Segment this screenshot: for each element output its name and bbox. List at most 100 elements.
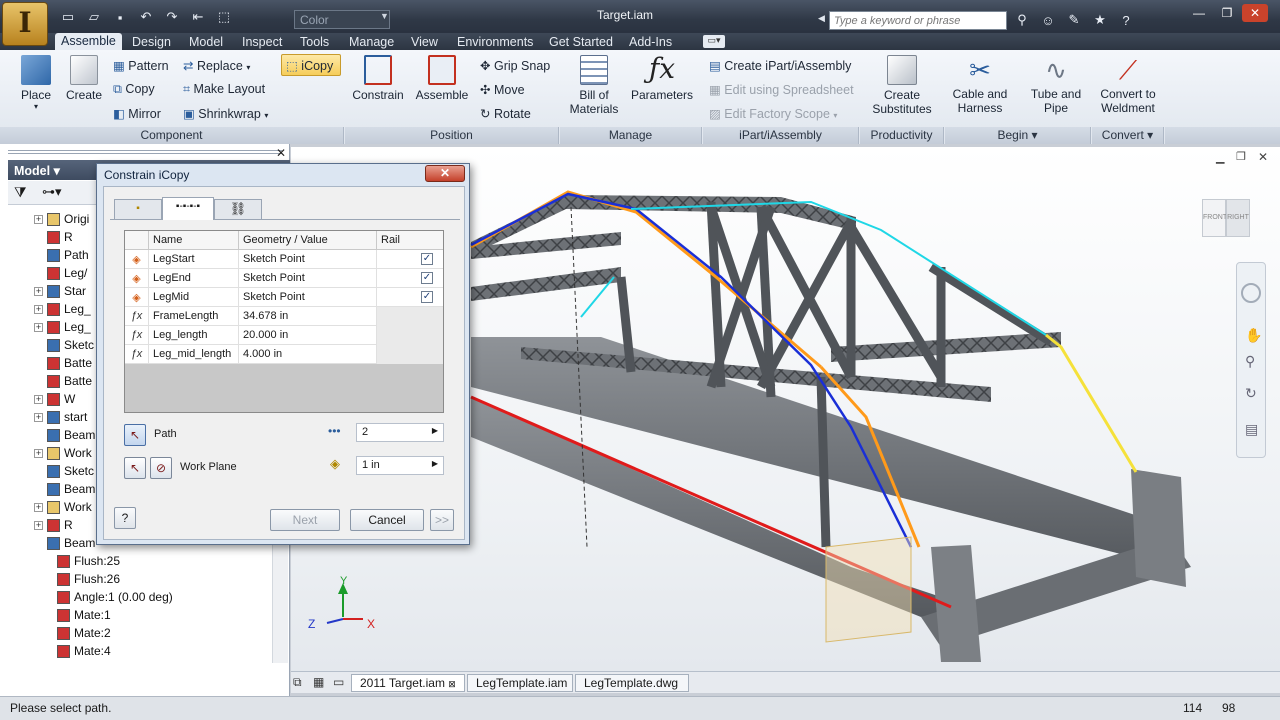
row-value[interactable]: 34.678 in [239,307,377,326]
application-menu-button[interactable]: I [2,2,48,46]
expand-icon[interactable]: + [34,412,43,422]
workplane-clear-button[interactable]: ⊘ [150,457,172,479]
place-button[interactable]: Place ▾ [16,55,56,111]
count-input[interactable]: 2 ▶ [356,423,444,442]
viewcube[interactable]: FRONT RIGHT [1198,193,1252,241]
tab-environments[interactable]: Environments [457,35,533,50]
tab-get-started[interactable]: Get Started [549,35,613,50]
constrain-button[interactable]: Constrain [350,55,406,102]
binoculars-icon[interactable]: ⚲ [1012,12,1032,28]
tube-pipe-button[interactable]: ∿ Tube and Pipe [1024,55,1088,115]
parameter-row[interactable]: ◈ LegEnd Sketch Point ✓ [125,269,443,288]
tab-manage[interactable]: Manage [349,35,394,50]
row-value[interactable]: Sketch Point [239,288,377,307]
expand-icon[interactable]: + [34,502,43,512]
edit-spreadsheet-button[interactable]: ▦ Edit using Spreadsheet [709,82,854,97]
convert-weldment-button[interactable]: ⟋ Convert to Weldment [1096,55,1160,115]
expand-icon[interactable]: + [34,520,43,530]
tree-item[interactable]: Flush:26 [44,570,304,588]
tile-icon[interactable]: ⧉ [293,675,302,690]
steering-wheel-icon[interactable] [1241,283,1261,303]
viewport-close-icon[interactable]: ✕ [1258,150,1268,164]
doc-tab-legtemplate-iam[interactable]: LegTemplate.iam [467,674,573,692]
rail-checkbox[interactable]: ✓ [421,253,433,265]
help-button[interactable]: ? [114,507,136,529]
close-button[interactable]: ✕ [1242,4,1268,22]
assemble-button[interactable]: Assemble [414,55,470,102]
parameter-row[interactable]: ◈ LegStart Sketch Point ✓ [125,250,443,269]
tree-item[interactable]: Mate:2 [44,624,304,642]
restore-button[interactable]: ❐ [1214,4,1240,22]
save-icon[interactable]: ▪ [110,10,130,25]
browser-grip[interactable] [8,150,282,154]
expand-icon[interactable]: + [34,322,43,332]
row-value[interactable]: Sketch Point [239,269,377,288]
tab-pattern[interactable]: ▪-▪-▪-▪ [162,197,214,220]
search-input[interactable]: Type a keyword or phrase [829,11,1007,30]
expand-icon[interactable]: + [34,286,43,296]
help-icon[interactable]: ? [1116,13,1136,28]
look-at-icon[interactable]: ▤ [1245,421,1258,438]
cascade-icon[interactable]: ▦ [313,675,324,689]
star-icon[interactable]: ★ [1090,12,1110,28]
tree-item[interactable]: Mate:4 [44,642,304,660]
doc-tab-legtemplate-dwg[interactable]: LegTemplate.dwg [575,674,689,692]
rail-checkbox[interactable]: ✓ [421,291,433,303]
tab-tools[interactable]: Tools [300,35,329,50]
mirror-button[interactable]: ◧ Mirror [113,106,161,121]
parameter-row[interactable]: ƒx Leg_mid_length 4.000 in [125,345,443,364]
return-icon[interactable]: ⇤ [188,9,208,25]
tab-options[interactable]: ⛓ [214,199,262,219]
doc-tab-target[interactable]: 2011 Target.iam ⊠ [351,674,465,692]
row-value[interactable]: Sketch Point [239,250,377,269]
tab-view[interactable]: View [411,35,438,50]
pattern-button[interactable]: ▦ Pattern [113,58,169,73]
expand-icon[interactable]: + [34,214,43,224]
make-layout-button[interactable]: ⌗ Make Layout [183,82,265,97]
tab-points[interactable]: ▪ [114,199,162,219]
move-button[interactable]: ✣ Move [480,82,525,97]
col-header-name[interactable]: Name [149,231,239,250]
open-icon[interactable]: ▱ [84,9,104,25]
copy-button[interactable]: ⧉ Copy [113,82,155,97]
col-header-rail[interactable]: Rail [377,231,443,250]
wrench-icon[interactable]: ✎ [1064,12,1084,28]
search-expand-icon[interactable]: ◀ [818,13,825,24]
browser-close-icon[interactable]: ✕ [276,146,286,160]
tab-inspect[interactable]: Inspect [242,35,282,50]
tree-item[interactable]: Flush:25 [44,552,304,570]
ribbon-display-toggle[interactable]: ▭▾ [703,35,725,48]
new-icon[interactable]: ▭ [58,9,78,25]
grip-snap-button[interactable]: ✥ Grip Snap [480,58,550,73]
row-value[interactable]: 20.000 in [239,326,377,345]
viewport-minimize-icon[interactable]: ▁ [1216,151,1224,164]
create-button[interactable]: Create [64,55,104,102]
viewcube-right-face[interactable]: RIGHT [1226,199,1250,237]
spacing-input[interactable]: 1 in ▶ [356,456,444,475]
viewcube-front-face[interactable]: FRONT [1202,199,1227,237]
viewport-restore-icon[interactable]: ❐ [1236,150,1246,163]
undo-icon[interactable]: ↶ [136,9,156,25]
tab-assemble[interactable]: Assemble [55,33,122,51]
tab-add-ins[interactable]: Add-Ins [629,35,672,50]
replace-button[interactable]: ⇄ Replace ▾ [183,58,250,73]
create-ipart-button[interactable]: ▤ Create iPart/iAssembly [709,58,851,73]
tab-design[interactable]: Design [132,35,171,50]
expand-icon[interactable]: + [34,304,43,314]
tree-item[interactable]: Angle:1 (0.00 deg) [44,588,304,606]
cable-harness-button[interactable]: ✂ Cable and Harness [948,55,1012,115]
edit-factory-scope-button[interactable]: ▨ Edit Factory Scope ▾ [709,106,837,121]
rotate-button[interactable]: ↻ Rotate [480,106,531,121]
hierarchy-icon[interactable]: ⊶▾ [42,184,62,200]
parameter-row[interactable]: ◈ LegMid Sketch Point ✓ [125,288,443,307]
bill-of-materials-button[interactable]: Bill of Materials [564,55,624,116]
path-select-button[interactable]: ↖ [124,424,146,446]
next-button[interactable]: Next [270,509,340,531]
zoom-icon[interactable]: ⚲ [1245,353,1255,370]
more-button[interactable]: >> [430,509,454,531]
cancel-button[interactable]: Cancel [350,509,424,531]
color-override-select[interactable]: Color [294,10,390,29]
workplane-select-button[interactable]: ↖ [124,457,146,479]
parameters-button[interactable]: ƒx Parameters [630,52,694,102]
user-icon[interactable]: ☺ [1038,13,1058,28]
